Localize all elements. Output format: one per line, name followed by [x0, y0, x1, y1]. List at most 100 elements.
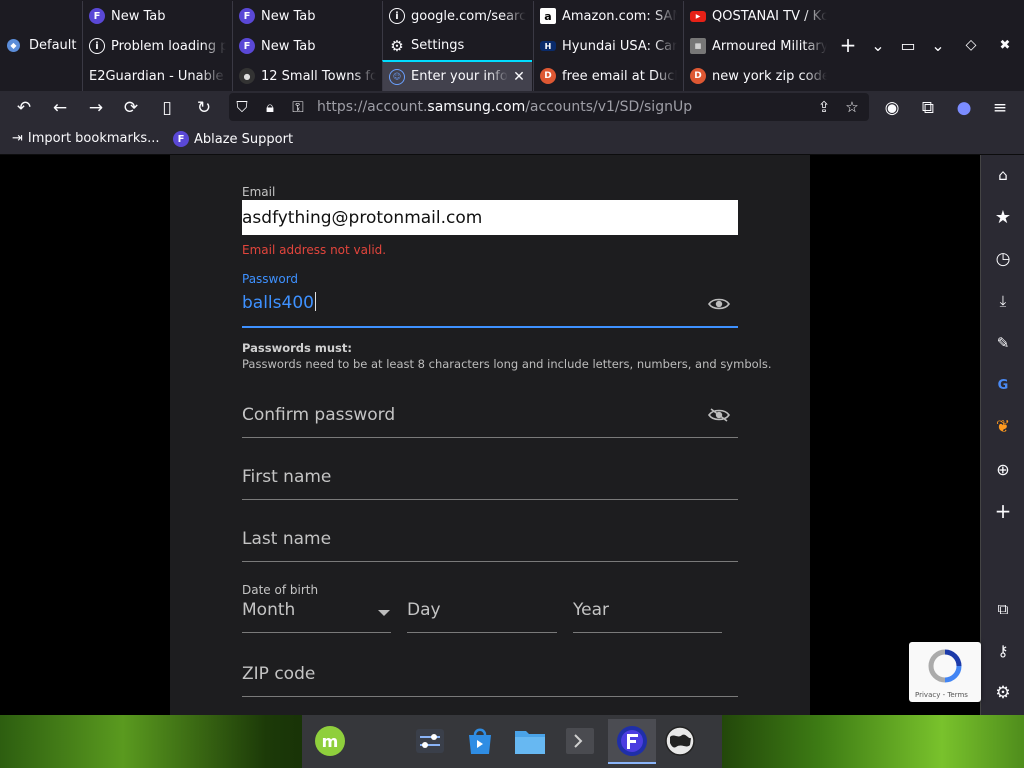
dark-site-icon: ●: [239, 68, 255, 84]
hyundai-icon: H: [540, 41, 556, 51]
bookmarks-star-icon[interactable]: ★: [991, 205, 1015, 229]
tab[interactable]: F New Tab: [232, 1, 382, 31]
globe-app-icon[interactable]: [664, 725, 696, 757]
ablaze-browser-icon[interactable]: [616, 725, 648, 757]
last-name-underline: [242, 561, 738, 562]
menu-hamburger-icon[interactable]: ≡: [986, 94, 1014, 122]
sync-icon[interactable]: ⟳: [117, 94, 145, 122]
mint-menu-icon[interactable]: m: [314, 725, 346, 757]
files-folder-icon[interactable]: [514, 725, 546, 757]
samsung-account-icon: ☺: [389, 68, 405, 85]
key-permission-icon[interactable]: ⚿: [288, 97, 308, 117]
password-field[interactable]: balls400: [242, 292, 316, 313]
leaf-icon[interactable]: ❦: [991, 415, 1015, 439]
month-select[interactable]: Month: [242, 600, 392, 620]
lock-icon[interactable]: 🔒︎: [260, 97, 280, 117]
email-field[interactable]: asdfything@protonmail.com: [242, 200, 738, 235]
briefcase-icon[interactable]: ⌂: [991, 163, 1015, 187]
globe-icon[interactable]: ⊕: [991, 457, 1015, 481]
sidebar-toggle-icon[interactable]: ▯: [153, 94, 181, 122]
key-icon[interactable]: ⚷: [991, 639, 1015, 663]
image-icon: ▦: [690, 38, 706, 54]
terminal-icon[interactable]: [564, 725, 596, 757]
tab[interactable]: H Hyundai USA: Cars: [533, 31, 683, 61]
info-icon: i: [89, 38, 105, 54]
forward-icon[interactable]: →: [82, 94, 110, 122]
year-field[interactable]: Year: [573, 600, 723, 620]
window-restore-icon[interactable]: ◇: [958, 31, 984, 59]
software-store-icon[interactable]: [464, 725, 496, 757]
gear-icon: ⚙: [390, 36, 404, 55]
tab[interactable]: ● 12 Small Towns fo: [232, 61, 382, 91]
shield-icon[interactable]: ⛉: [232, 97, 252, 117]
confirm-password-underline: [242, 437, 738, 438]
email-label: Email: [242, 185, 276, 199]
translate-icon[interactable]: G: [991, 373, 1015, 397]
confirm-password-field[interactable]: Confirm password: [242, 405, 738, 425]
tab[interactable]: ▦ Armoured Military: [683, 31, 833, 61]
svg-text:m: m: [322, 732, 339, 751]
browser-sidebar: ⌂ ★ ◷ ⤓ ✎ G ❦ ⊕ + ⧉ ⚷ ⚙: [980, 155, 1024, 715]
url-text[interactable]: https://account.samsung.com/accounts/v1/…: [317, 99, 692, 115]
pencil-icon[interactable]: ✎: [991, 331, 1015, 355]
close-tab-icon[interactable]: ✕: [512, 69, 526, 85]
profile-icon: ◆: [7, 39, 20, 52]
add-panel-plus-icon[interactable]: +: [991, 499, 1015, 523]
list-all-tabs-chevron-icon[interactable]: ⌄: [865, 31, 891, 59]
back-icon[interactable]: ←: [46, 94, 74, 122]
bookmark-import[interactable]: ⇥ Import bookmarks...: [12, 131, 160, 146]
chevron-down-icon[interactable]: ⌄: [925, 31, 951, 59]
account-icon[interactable]: ◉: [878, 94, 906, 122]
tab[interactable]: i Problem loading p: [82, 31, 232, 61]
url-bar[interactable]: ⛉ 🔒︎ ⚿ https://account.samsung.com/accou…: [229, 93, 869, 121]
bookmark-ablaze-support[interactable]: F Ablaze Support: [173, 131, 293, 147]
last-name-field[interactable]: Last name: [242, 529, 738, 549]
tab-active[interactable]: ☺ Enter your info ✕: [382, 60, 532, 91]
firefox-f-icon: F: [173, 131, 189, 147]
bookmarks-toolbar: ⇥ Import bookmarks... F Ablaze Support: [0, 123, 1024, 155]
password-underline: [242, 326, 738, 328]
tab-strip: ◆ Default F New Tab F New Tab i google.c…: [0, 0, 1024, 91]
recaptcha-badge[interactable]: Privacy - Terms: [909, 642, 981, 702]
recaptcha-links[interactable]: Privacy - Terms: [915, 691, 968, 699]
firefox-f-icon: F: [239, 38, 255, 54]
tab-groups-icon[interactable]: ▭: [895, 31, 921, 59]
show-password-eye-icon[interactable]: [708, 297, 730, 311]
extensions-puzzle-icon[interactable]: ⧉: [991, 597, 1015, 621]
hide-password-eye-icon[interactable]: [708, 408, 730, 422]
tab[interactable]: a Amazon.com: SAM: [533, 1, 683, 31]
tab[interactable]: ▶ QOSTANAI TV / Kc: [683, 1, 833, 31]
gear-icon[interactable]: ⚙: [991, 681, 1015, 705]
profile-switcher[interactable]: ◆ Default: [0, 0, 82, 91]
tab[interactable]: D free email at Duck: [533, 61, 683, 91]
extensions-icon[interactable]: ⧉: [914, 94, 942, 122]
tab[interactable]: ⚙ Settings: [382, 31, 532, 61]
reload-icon[interactable]: ↻: [190, 94, 218, 122]
undo-close-icon[interactable]: ↶: [10, 94, 38, 122]
bookmark-star-icon[interactable]: ☆: [842, 97, 862, 117]
taskbar-dock: m: [302, 715, 722, 768]
downloads-icon[interactable]: ⤓: [991, 289, 1015, 313]
first-name-field[interactable]: First name: [242, 467, 738, 487]
day-field[interactable]: Day: [407, 600, 557, 620]
email-error-message: Email address not valid.: [242, 243, 387, 257]
desktop-taskbar: m: [0, 715, 1024, 768]
window-close-icon[interactable]: ✖: [992, 31, 1018, 59]
profile-label: Default: [29, 38, 77, 53]
chevron-down-icon[interactable]: [378, 610, 390, 616]
new-tab-plus-icon[interactable]: +: [835, 31, 861, 59]
text-caret: [314, 292, 316, 311]
tab[interactable]: D new york zip code: [683, 61, 833, 91]
settings-sliders-icon[interactable]: [414, 725, 446, 757]
history-clock-icon[interactable]: ◷: [991, 247, 1015, 271]
signup-form-panel: Email asdfything@protonmail.com Email ad…: [170, 155, 810, 715]
zip-code-field[interactable]: ZIP code: [242, 664, 738, 684]
firefox-f-icon: F: [89, 8, 105, 24]
share-icon[interactable]: ⇪: [814, 97, 834, 117]
profile-avatar-icon[interactable]: ●: [950, 94, 978, 122]
tab[interactable]: E2Guardian - Unable: [82, 61, 232, 91]
tab[interactable]: F New Tab: [232, 31, 382, 61]
tab[interactable]: F New Tab: [82, 1, 232, 31]
first-name-underline: [242, 499, 738, 500]
tab[interactable]: i google.com/search: [382, 1, 532, 31]
